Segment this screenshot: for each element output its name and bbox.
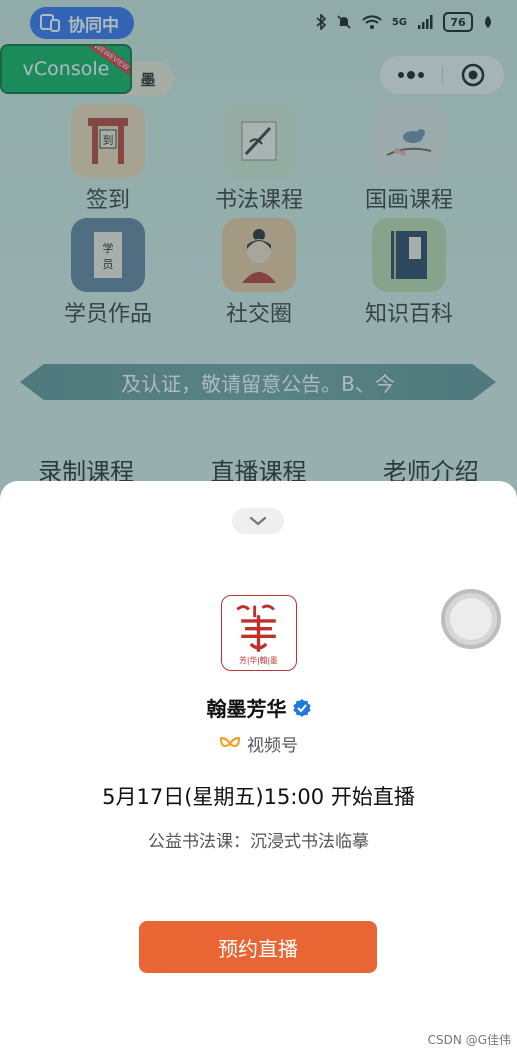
collapse-sheet-button[interactable] <box>232 508 284 534</box>
seal-logo-icon: 芳|华|翰|墨 <box>236 604 278 665</box>
channels-butterfly-icon <box>219 736 241 747</box>
verified-badge-icon <box>292 698 311 717</box>
assistive-touch-inner <box>450 598 492 640</box>
live-start-time: 5月17日(星期五)15:00 开始直播 <box>102 785 415 809</box>
assistive-touch-ball[interactable] <box>441 589 501 649</box>
platform-label: 视频号 <box>247 736 298 756</box>
channel-name: 翰墨芳华 <box>206 697 287 721</box>
platform-row: 视频号 <box>0 731 517 756</box>
reserve-live-button[interactable]: 预约直播 <box>139 921 377 973</box>
watermark: CSDN @G佳伟 <box>427 1033 511 1047</box>
live-description: 公益书法课：沉浸式书法临摹 <box>148 832 369 852</box>
channel-name-row: 翰墨芳华 <box>0 693 517 722</box>
live-reservation-sheet: 芳|华|翰|墨 翰墨芳华 视频号 5月17日(星期五)15:00 开始直播 公益… <box>0 481 517 1056</box>
chevron-down-icon <box>249 516 267 526</box>
avatar-caption: 芳|华|翰|墨 <box>239 655 278 665</box>
channel-avatar: 芳|华|翰|墨 <box>221 595 297 671</box>
